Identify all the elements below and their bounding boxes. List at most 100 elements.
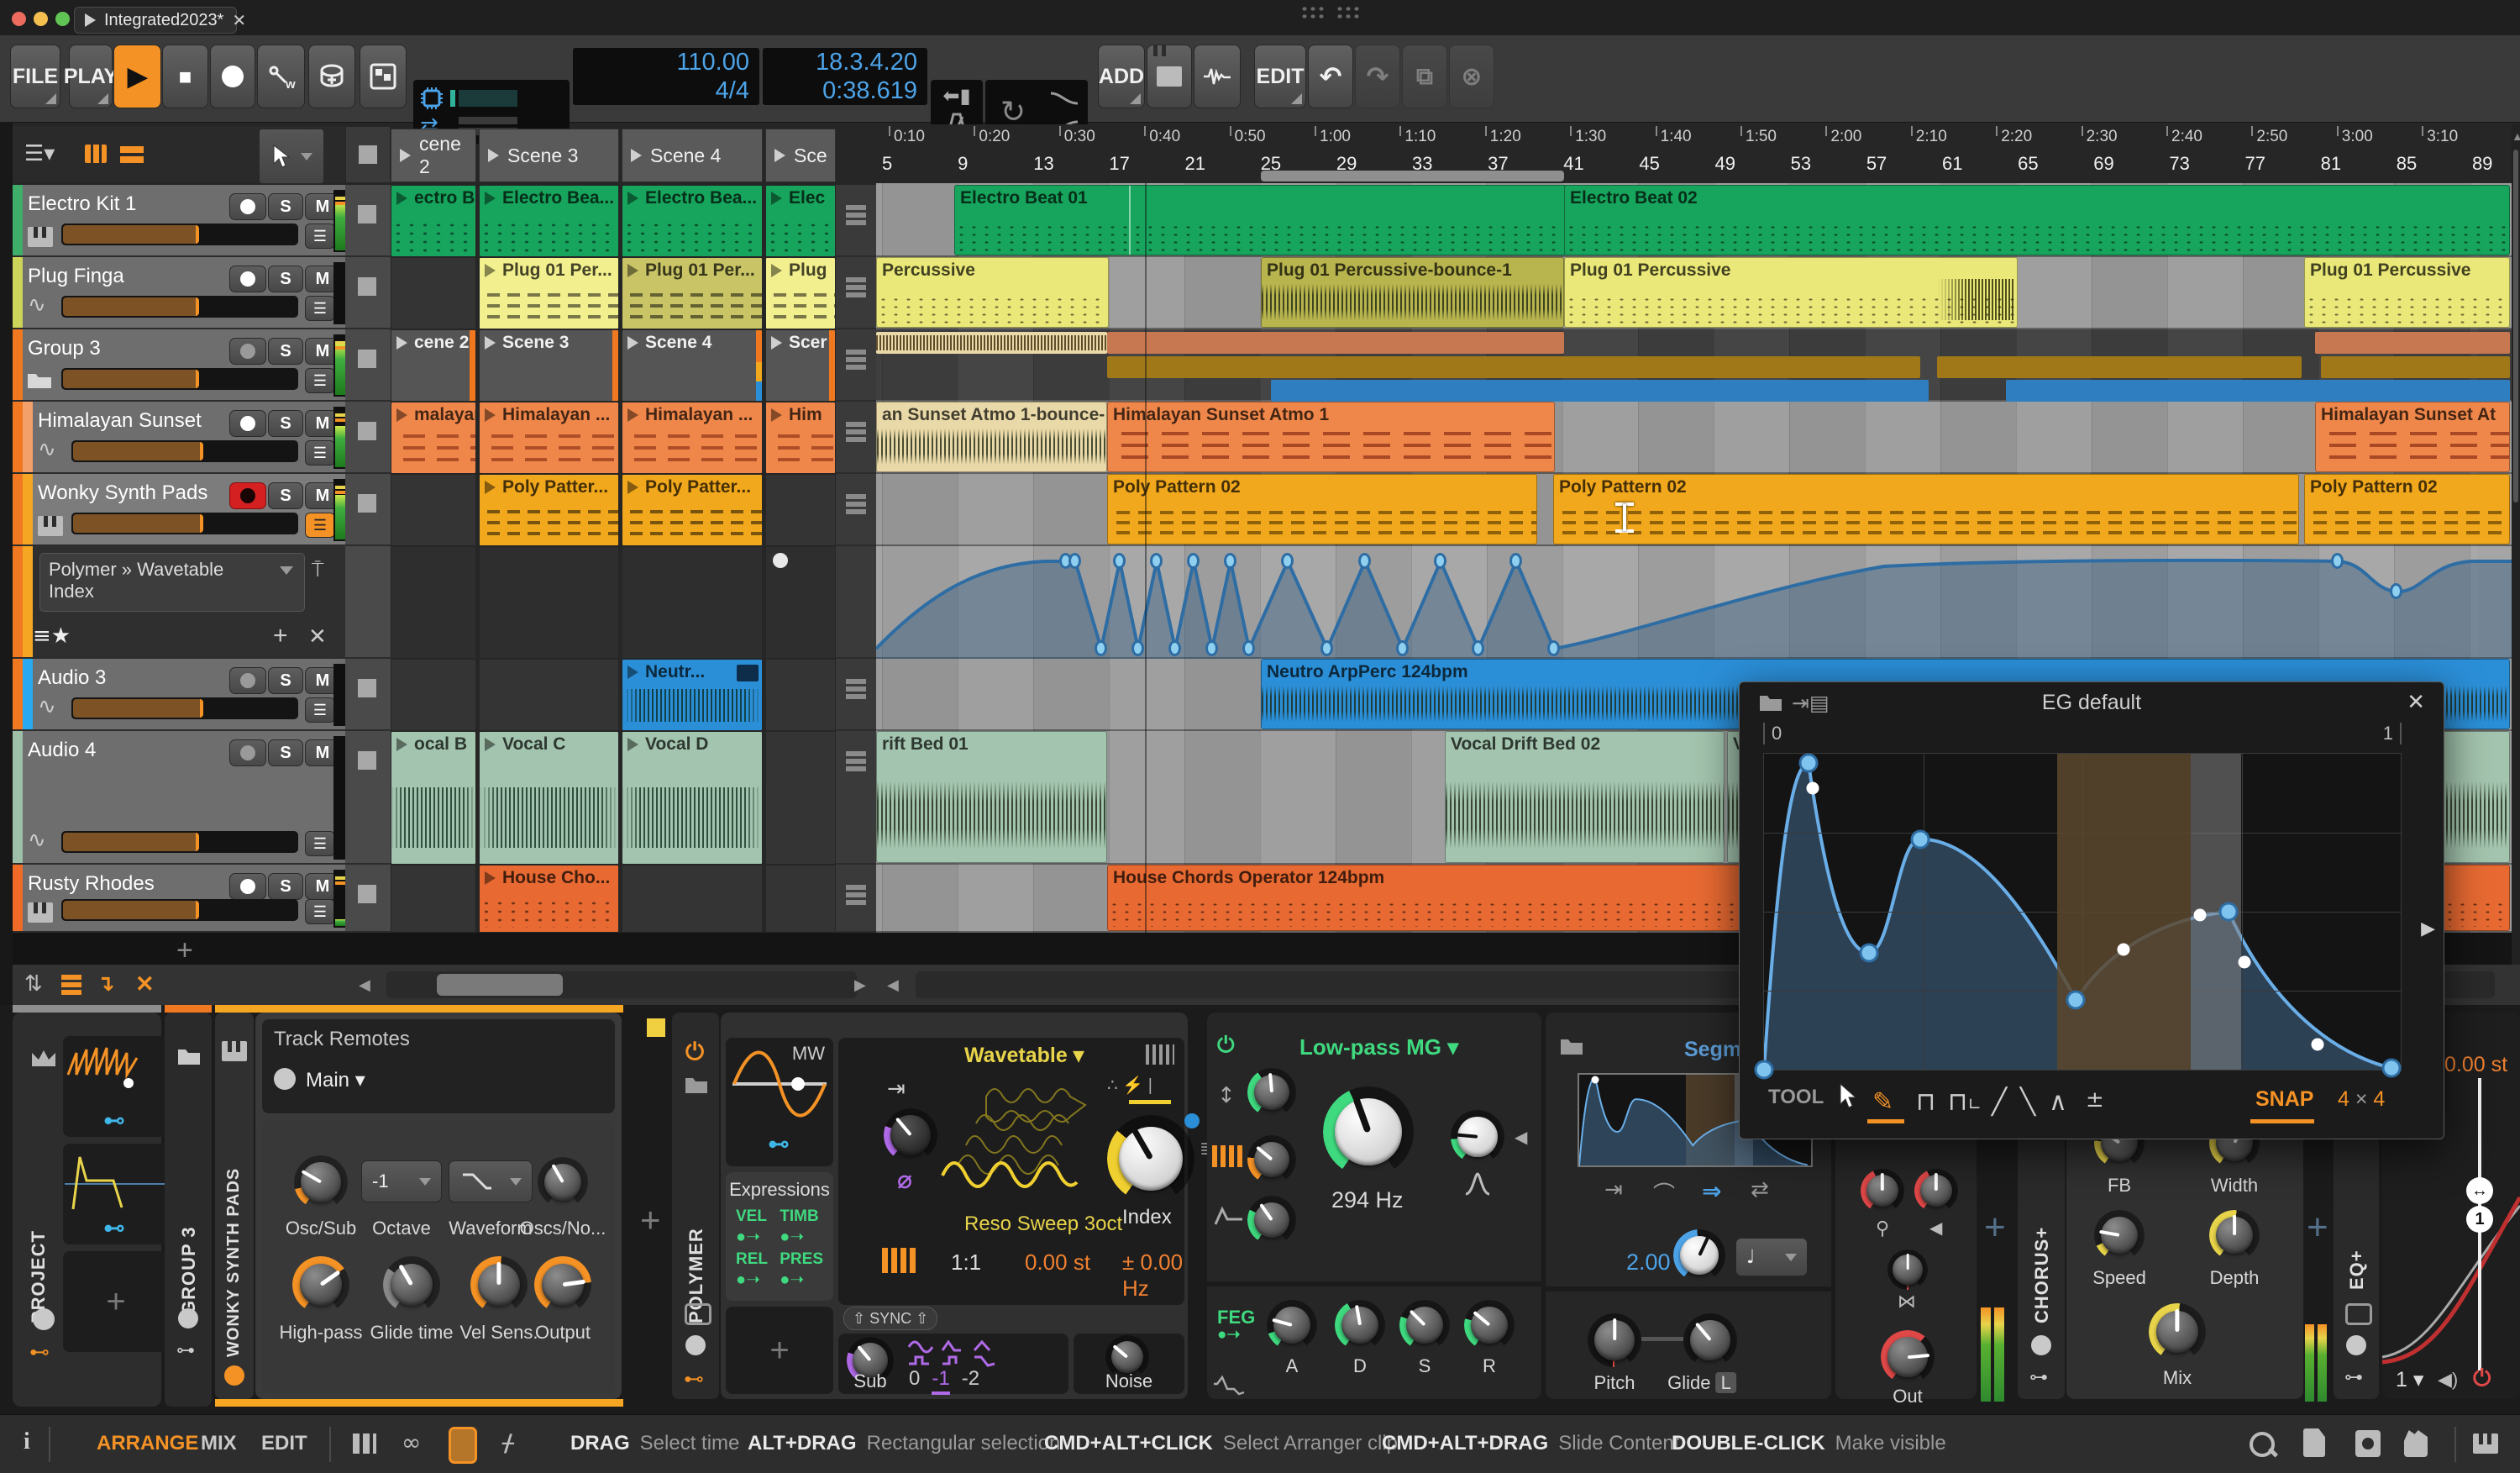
loop-mode-icon-active[interactable]: ⇒ — [1702, 1177, 1721, 1205]
cutoff-knob[interactable] — [1323, 1086, 1414, 1177]
add-device-button[interactable]: + — [2307, 1207, 2328, 1249]
glide-knob[interactable] — [1683, 1313, 1737, 1367]
arranger-clip-percussive[interactable]: Percussive — [876, 257, 1109, 328]
expression-pres[interactable]: PRES ●➝ — [780, 1250, 823, 1290]
track-header-group-3[interactable]: Group 3 S M ☰ — [13, 329, 349, 402]
undo-button[interactable]: ↶ — [1308, 45, 1353, 108]
track-menu-button[interactable]: ☰ — [305, 368, 335, 393]
scene-launch-meter-icon[interactable] — [846, 276, 866, 297]
add-menu-button[interactable]: ADD — [1098, 45, 1145, 108]
eq-band-width-handle[interactable]: ↔ — [2466, 1177, 2493, 1204]
eq-band-select[interactable]: 1 ▾ — [2396, 1367, 2423, 1392]
pointer-tool-button[interactable] — [259, 129, 324, 184]
wonky-rail[interactable]: WONKY SYNTH PADS — [215, 1013, 254, 1399]
arranger-clip-rift-bed-01[interactable]: rift Bed 01 — [876, 731, 1107, 863]
track-menu-button[interactable]: ☰ — [305, 224, 335, 249]
play-from-icon[interactable]: ▶ — [2421, 918, 2435, 939]
ramp-down-shape-icon[interactable]: ╲ — [2020, 1087, 2035, 1117]
filter-keytrack-icon[interactable] — [1212, 1145, 1246, 1167]
scroll-right-icon[interactable]: ▶ — [854, 976, 866, 994]
duplicate-button[interactable]: ⧉ — [1402, 45, 1447, 108]
launcher-clip-house-cho-[interactable]: House Cho... — [479, 865, 619, 933]
launcher-empty-cell[interactable] — [765, 865, 836, 933]
automation-point[interactable] — [1113, 553, 1126, 569]
launcher-clip-neutr-[interactable]: Neutr... — [622, 659, 763, 731]
automation-point[interactable] — [1224, 553, 1236, 569]
add-track-button[interactable]: + — [176, 934, 193, 967]
volume-fader[interactable] — [61, 296, 298, 318]
solo-button[interactable]: S — [268, 266, 303, 292]
automation-point[interactable] — [1150, 553, 1163, 569]
eg-point[interactable] — [1798, 753, 1819, 773]
scene-header-4[interactable]: Scene 4 — [622, 129, 763, 182]
osc-fine-hz[interactable]: ± 0.00 Hz — [1122, 1249, 1184, 1302]
automation-point[interactable] — [1358, 553, 1371, 569]
track-header-plug-finga[interactable]: Plug Finga S M ∿ ☰ — [13, 257, 349, 329]
mixer-faders-icon[interactable]: ᚋ — [502, 1428, 514, 1456]
scene-launch-meter-icon[interactable] — [846, 677, 866, 699]
scene-launch-meter-icon[interactable] — [846, 492, 866, 514]
osc-semitones[interactable]: 0.00 st — [1025, 1249, 1090, 1276]
follow-playback-icon[interactable]: ↴ — [97, 971, 115, 997]
track-menu-button[interactable]: ☰ — [305, 697, 335, 723]
eq-gain-value[interactable]: 0.00 st — [2444, 1053, 2507, 1077]
snap-grid-setting[interactable]: 4 × 4 — [2338, 1087, 2385, 1112]
mw-modulator-cell[interactable]: MW ⊷ — [726, 1038, 833, 1166]
eg-point[interactable] — [1910, 829, 1930, 850]
track-header-audio-3[interactable]: Audio 3 S M ∿ ☰ — [13, 659, 349, 731]
record-arm-button[interactable] — [229, 739, 266, 766]
launcher-clip-cene-2[interactable]: cene 2 — [391, 329, 476, 402]
automation-point[interactable] — [1509, 553, 1522, 569]
launcher-clip-electro-bea-[interactable]: Electro Bea... — [622, 185, 763, 257]
solo-button[interactable]: S — [268, 410, 303, 437]
automation-point[interactable] — [1434, 553, 1446, 569]
wavetable-3d-preview[interactable] — [932, 1068, 1109, 1211]
remote-knob[interactable] — [383, 1256, 440, 1313]
launcher-empty-cell[interactable] — [765, 731, 836, 865]
eg-point[interactable] — [1754, 1060, 1774, 1080]
scene-header-2[interactable]: cene 2 — [391, 129, 476, 182]
oneshot-mode-icon[interactable]: ⇥ — [1604, 1177, 1623, 1202]
automation-point[interactable] — [1472, 640, 1484, 656]
curve-post-icon[interactable] — [1049, 88, 1079, 108]
launcher-empty-cell[interactable] — [391, 865, 476, 933]
favorite-star-icon[interactable]: ≡★ — [33, 623, 71, 649]
automation-point[interactable] — [2331, 553, 2344, 569]
launcher-clip-malayan-[interactable]: malayan ... — [391, 402, 476, 474]
scene-launch-meter-icon[interactable] — [846, 420, 866, 442]
arranger-clip-poly-pattern-02[interactable]: Poly Pattern 02 — [2304, 474, 2510, 544]
sub-octave-select[interactable]: 0 -1 -2 — [909, 1367, 991, 1395]
chorus-knob-speed[interactable] — [2094, 1210, 2145, 1260]
modulation-routes-icon[interactable]: ⊷ — [684, 1367, 704, 1391]
segments-rate-value[interactable]: 2.00 — [1626, 1249, 1671, 1276]
remote-knob-icon[interactable] — [33, 1308, 55, 1330]
automation-point[interactable] — [1320, 640, 1333, 656]
layout-button[interactable] — [360, 45, 407, 108]
bipolar-icon[interactable]: ± — [2086, 1087, 2104, 1113]
modulator-cell-lfo[interactable]: ⊷ — [63, 1036, 169, 1137]
arranger-clip-electro-beat-01[interactable]: Electro Beat 01 — [954, 185, 1588, 255]
modulation-routes-icon[interactable]: ⊷ — [29, 1340, 50, 1364]
scene-play-icon[interactable] — [488, 149, 499, 162]
scroll-left-icon[interactable]: ◀ — [359, 976, 370, 994]
automation-param-select[interactable]: Polymer » Wavetable Index — [39, 553, 305, 612]
arranger-clip-vocal-drift-bed-02[interactable]: Vocal Drift Bed 02 — [1445, 731, 1725, 863]
scene-launch-meter-icon[interactable] — [846, 203, 866, 225]
feg-knob-a[interactable] — [1267, 1300, 1317, 1350]
remotes-page-select[interactable]: Main ▾ — [306, 1068, 365, 1092]
eg-handle[interactable] — [1806, 781, 1819, 795]
key-amount-knob[interactable] — [1861, 1169, 1904, 1213]
panel-toggle-icon[interactable] — [685, 1303, 711, 1325]
solo-button[interactable]: S — [268, 873, 303, 900]
remote-knob[interactable] — [294, 1155, 348, 1209]
octave-select[interactable]: -1 — [361, 1160, 442, 1202]
volume-fader[interactable] — [61, 831, 298, 853]
segments-note-select[interactable]: ♩ — [1735, 1238, 1808, 1276]
remote-knob-icon-active[interactable] — [224, 1365, 244, 1386]
solo-button[interactable]: S — [268, 667, 303, 694]
link-icon[interactable]: ∞ — [402, 1428, 421, 1456]
phase-knob[interactable] — [884, 1108, 937, 1162]
track-menu-button[interactable]: ☰ — [305, 831, 335, 856]
vertical-scrollbar-thumb[interactable] — [2513, 150, 2518, 502]
eg-editor-window[interactable]: ⇥▤ EG default ✕ 0 1 ▶ TOOL ✎ ⊓ ⊓∟ ╱ ╲ ∧ … — [1739, 681, 2444, 1139]
